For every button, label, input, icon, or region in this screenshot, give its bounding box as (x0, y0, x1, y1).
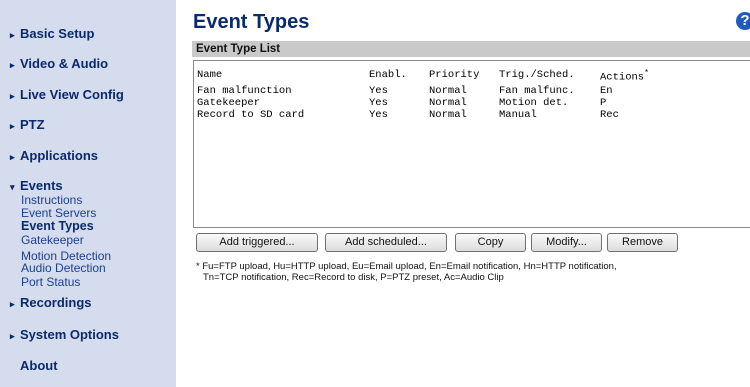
nav-applications[interactable]: ▸ Applications (10, 148, 98, 163)
cell-actions: Rec (600, 109, 619, 121)
cell-priority: Normal (429, 109, 467, 121)
sub-gatekeeper[interactable]: Gatekeeper (21, 234, 84, 246)
footnote-marker: * (644, 69, 649, 78)
cell-trig-sched: Fan malfunc. (499, 85, 575, 97)
cell-enabled: Yes (369, 109, 388, 121)
nav-events-label: Events (20, 178, 63, 193)
caret-right-icon: ▸ (10, 152, 15, 162)
column-header-trig-sched: Trig./Sched. (499, 69, 575, 81)
cell-name: Gatekeeper (197, 97, 261, 109)
help-icon[interactable]: ? (736, 12, 750, 30)
remove-button[interactable]: Remove (607, 233, 678, 252)
nav-video-audio-label: Video & Audio (20, 56, 109, 71)
cell-priority: Normal (429, 85, 467, 97)
caret-right-icon: ▸ (10, 331, 15, 341)
sub-event-servers[interactable]: Event Servers (21, 207, 96, 219)
actions-footnote: * Fu=FTP upload, Hu=HTTP upload, Eu=Emai… (196, 261, 746, 283)
table-row[interactable]: Record to SD card Yes Normal Manual Rec (194, 109, 750, 122)
nav-video-audio[interactable]: ▸ Video & Audio (10, 56, 108, 71)
add-scheduled-button[interactable]: Add scheduled... (325, 233, 447, 252)
column-header-actions-label: Actions (600, 71, 645, 84)
sub-instructions[interactable]: Instructions (21, 194, 82, 206)
sub-port-status[interactable]: Port Status (21, 276, 80, 288)
nav-system-options[interactable]: ▸ System Options (10, 327, 119, 342)
cell-actions: P (600, 97, 607, 109)
column-header-enabled: Enabl. (369, 69, 407, 81)
sub-audio-detection[interactable]: Audio Detection (21, 262, 106, 274)
modify-button[interactable]: Modify... (531, 233, 602, 252)
event-type-list-header: Event Type List (192, 41, 750, 57)
nav-ptz[interactable]: ▸ PTZ (10, 117, 45, 132)
event-type-list[interactable]: Name Enabl. Priority Trig./Sched. Action… (193, 60, 750, 228)
nav-live-view-config-label: Live View Config (20, 87, 124, 102)
caret-right-icon: ▸ (10, 91, 15, 101)
cell-name: Fan malfunction (197, 85, 292, 97)
nav-applications-label: Applications (20, 148, 99, 163)
nav-about-label: About (20, 358, 58, 373)
footnote-line-1: * Fu=FTP upload, Hu=HTTP upload, Eu=Emai… (196, 261, 617, 272)
cell-actions: En (600, 85, 613, 97)
copy-button[interactable]: Copy (455, 233, 526, 252)
nav-recordings-label: Recordings (20, 295, 92, 310)
sub-event-types[interactable]: Event Types (21, 220, 94, 233)
cell-trig-sched: Motion det. (499, 97, 569, 109)
nav-recordings[interactable]: ▸ Recordings (10, 295, 92, 310)
nav-ptz-label: PTZ (20, 117, 45, 132)
nav-live-view-config[interactable]: ▸ Live View Config (10, 87, 124, 102)
caret-right-icon: ▸ (10, 60, 15, 70)
cell-priority: Normal (429, 97, 467, 109)
footnote-line-2: Tn=TCP notification, Rec=Record to disk,… (203, 272, 504, 283)
cell-trig-sched: Manual (499, 109, 537, 121)
caret-right-icon: ▸ (10, 30, 15, 40)
caret-down-icon: ▾ (10, 182, 15, 192)
nav-system-options-label: System Options (20, 327, 119, 342)
cell-enabled: Yes (369, 85, 388, 97)
caret-right-icon: ▸ (10, 121, 15, 131)
cell-enabled: Yes (369, 97, 388, 109)
add-triggered-button[interactable]: Add triggered... (196, 233, 318, 252)
nav-about[interactable]: About (20, 358, 58, 373)
column-header-name: Name (197, 69, 223, 81)
sidebar: ▸ Basic Setup ▸ Video & Audio ▸ Live View C… (0, 0, 176, 387)
page-title: Event Types (193, 11, 310, 33)
column-header-priority: Priority (429, 69, 480, 81)
nav-events[interactable]: ▾ Events (10, 178, 63, 193)
nav-basic-setup[interactable]: ▸ Basic Setup (10, 26, 94, 41)
nav-basic-setup-label: Basic Setup (20, 26, 95, 41)
cell-name: Record to SD card (197, 109, 305, 121)
caret-right-icon: ▸ (10, 299, 15, 309)
column-header-actions: Actions* (600, 69, 649, 84)
